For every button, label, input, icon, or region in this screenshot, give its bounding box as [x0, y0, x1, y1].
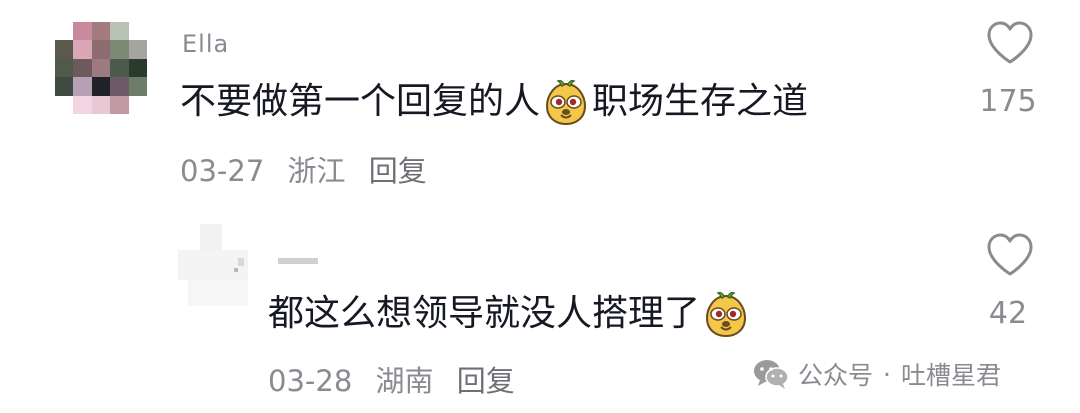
- avatar[interactable]: [178, 224, 270, 316]
- watermark-account: 吐槽星君: [900, 361, 1001, 390]
- comment-meta: 03-28 湖南 回复: [268, 358, 529, 400]
- heart-icon[interactable]: [985, 232, 1035, 278]
- comment-text-part: 不要做第一个回复的人: [180, 81, 541, 122]
- comment-date: 03-27: [180, 154, 265, 188]
- comment-location: 浙江: [287, 154, 346, 188]
- avatar-placeholder-icon: [178, 224, 270, 316]
- watermark: 公众号 · 吐槽星君: [752, 356, 1001, 392]
- like-count: 175: [979, 84, 1037, 119]
- smirk-emoji-icon: [546, 79, 587, 126]
- reply-button[interactable]: 回复: [369, 154, 427, 188]
- watermark-separator: ·: [883, 359, 891, 389]
- avatar[interactable]: [55, 22, 147, 114]
- smirk-emoji-icon: [706, 291, 747, 338]
- comment-text: 都这么想领导就没人搭理了: [268, 290, 752, 338]
- username[interactable]: [278, 258, 318, 264]
- wechat-icon: [754, 360, 789, 389]
- comment-location: 湖南: [375, 364, 434, 398]
- comment-text-part: 职场生存之道: [592, 81, 809, 122]
- comment-text: 不要做第一个回复的人 职场生存之道: [180, 78, 808, 126]
- reply-button[interactable]: 回复: [457, 364, 515, 398]
- comment-date: 03-28: [268, 364, 353, 398]
- heart-icon[interactable]: [985, 20, 1035, 66]
- username[interactable]: Ella: [182, 30, 229, 58]
- like-count: 42: [988, 296, 1028, 331]
- comment-text-part: 都这么想领导就没人搭理了: [268, 293, 701, 334]
- comment-meta: 03-27 浙江 回复: [180, 148, 441, 190]
- watermark-source: 公众号: [798, 361, 874, 390]
